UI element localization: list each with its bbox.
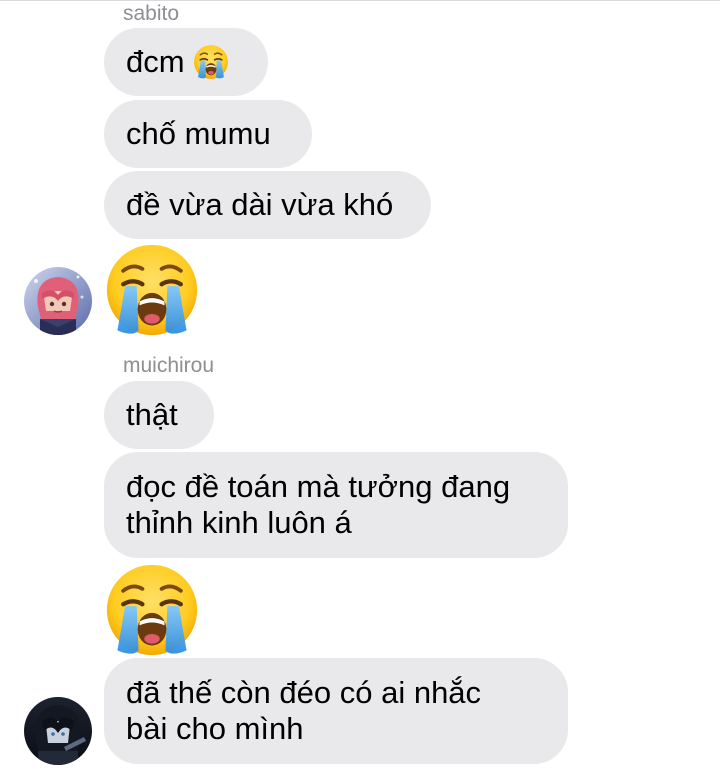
message-bubble[interactable]: thật [104, 381, 214, 449]
message-text-line: đã thế còn đéo có ai nhắc [126, 675, 482, 710]
message-bubble[interactable]: đcm [104, 28, 268, 96]
message-text-line: đọc đề toán mà tưởng đang [126, 469, 511, 504]
loudly-crying-face-icon[interactable] [104, 562, 200, 658]
sender-name-muichirou: muichirou [123, 354, 215, 377]
message-text-line: thỉnh kinh luôn á [126, 505, 352, 540]
avatar-sabito-image [24, 267, 92, 335]
message-text: chố mumu [126, 116, 271, 151]
message-bubble[interactable]: đề vừa dài vừa khó [104, 171, 431, 239]
message-text: đcm [126, 44, 185, 79]
message-text: đề vừa dài vừa khó [126, 187, 394, 222]
avatar-muichirou[interactable] [24, 697, 92, 765]
message-text: thật [126, 397, 178, 432]
sender-name-sabito: sabito [123, 2, 180, 25]
top-divider [0, 0, 720, 1]
loudly-crying-face-icon [193, 44, 229, 80]
avatar-muichirou-image [24, 697, 92, 765]
avatar-sabito[interactable] [24, 267, 92, 335]
message-bubble[interactable]: đã thế còn đéo có ai nhắc bài cho mình [104, 658, 568, 764]
message-bubble[interactable]: đọc đề toán mà tưởng đang thỉnh kinh luô… [104, 452, 568, 558]
message-text-line: bài cho mình [126, 711, 304, 746]
loudly-crying-face-icon[interactable] [104, 242, 200, 338]
message-bubble[interactable]: chố mumu [104, 100, 312, 168]
